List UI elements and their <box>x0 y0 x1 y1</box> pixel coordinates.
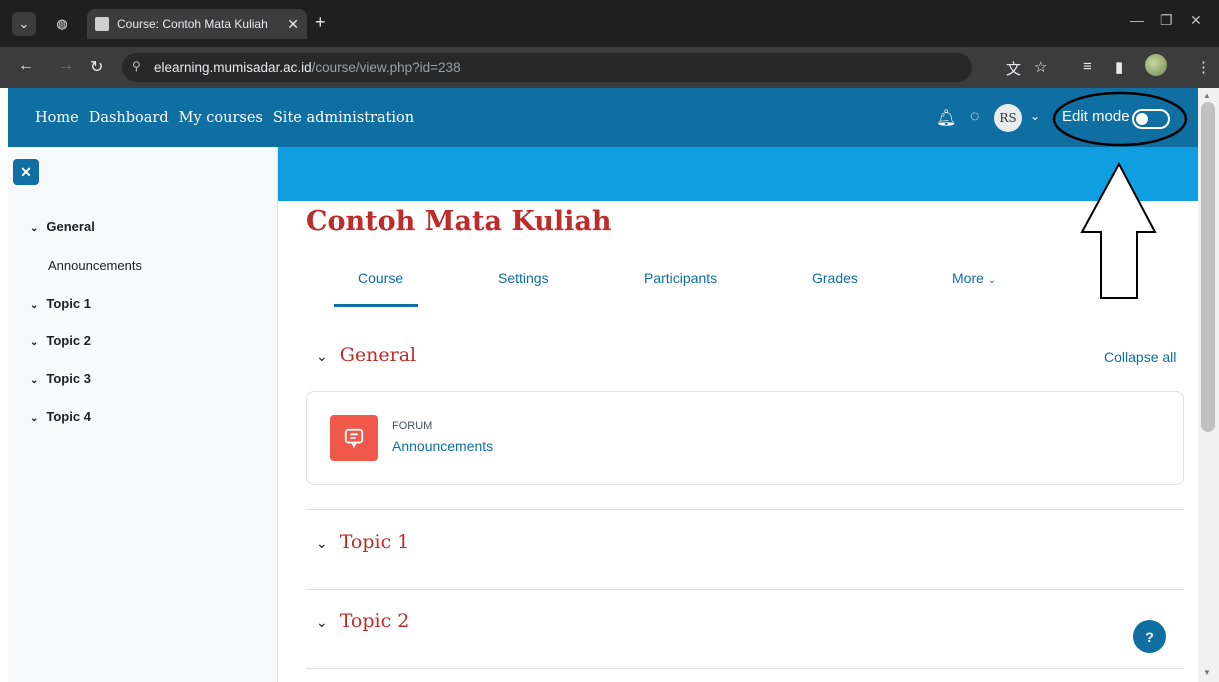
nav-home[interactable]: Home <box>35 110 79 126</box>
chevron-down-icon[interactable]: ⌄ <box>316 536 328 552</box>
notification-bell-icon[interactable]: 🔔︎ <box>936 108 956 128</box>
sidebar-item-topic-1[interactable]: ⌄ Topic 1 <box>30 296 91 311</box>
tab-list-icon[interactable]: ⌄ <box>12 12 36 36</box>
primary-navigation: Home Dashboard My courses Site administr… <box>8 88 1198 147</box>
activity-card: FORUM Announcements <box>306 391 1184 485</box>
nav-site-administration[interactable]: Site administration <box>273 110 414 126</box>
restore-icon[interactable]: ❐ <box>1160 12 1173 29</box>
forward-icon[interactable]: → <box>58 57 74 75</box>
sidebar-item-announcements[interactable]: Announcements <box>48 258 142 273</box>
tab-title: Course: Contoh Mata Kuliah <box>117 17 268 31</box>
activity-link[interactable]: Announcements <box>392 438 493 454</box>
side-panel-icon[interactable]: ▮ <box>1115 58 1123 76</box>
sidebar-item-topic-3[interactable]: ⌄ Topic 3 <box>30 371 91 386</box>
chevron-down-icon: ⌄ <box>987 275 997 286</box>
sidebar-item-topic-2[interactable]: ⌄ Topic 2 <box>30 333 91 348</box>
browser-globe-icon: ◍ <box>56 16 68 31</box>
minimize-icon[interactable]: — <box>1130 12 1144 28</box>
browser-tabbar: ⌄ ◍ Course: Contoh Mata Kuliah ✕ + — ❐ ✕ <box>0 0 1219 47</box>
chevron-down-icon: ⌄ <box>30 223 39 234</box>
scroll-up-icon[interactable]: ▲ <box>1203 91 1211 100</box>
bookmark-star-icon[interactable]: ☆ <box>1034 58 1047 76</box>
new-tab-icon[interactable]: + <box>315 12 326 33</box>
activity-type: FORUM <box>392 420 433 432</box>
sidebar-item-topic-4[interactable]: ⌄ Topic 4 <box>30 409 91 424</box>
user-menu-chevron-icon[interactable]: ⌄ <box>1030 109 1040 123</box>
site-info-icon[interactable]: ⚲ <box>132 59 141 73</box>
messages-icon[interactable]: ◌ <box>970 108 980 126</box>
help-button[interactable]: ? <box>1133 620 1166 653</box>
chevron-down-icon: ⌄ <box>30 300 39 311</box>
tab-more[interactable]: More ⌄ <box>952 270 996 286</box>
collapse-all-link[interactable]: Collapse all <box>1104 349 1176 365</box>
tab-settings[interactable]: Settings <box>498 270 549 286</box>
edit-mode-label: Edit mode <box>1062 108 1130 125</box>
section-topic-2-header[interactable]: ⌄ Topic 2 <box>316 610 409 632</box>
section-general-header[interactable]: ⌄ General <box>316 344 416 366</box>
nav-my-courses[interactable]: My courses <box>179 110 263 126</box>
nav-dashboard[interactable]: Dashboard <box>89 110 169 126</box>
edit-mode-toggle[interactable] <box>1132 109 1170 129</box>
tab-course[interactable]: Course <box>358 270 403 286</box>
close-drawer-button[interactable]: ✕ <box>13 159 39 185</box>
reading-list-icon[interactable]: ≡ <box>1083 58 1092 75</box>
translate-icon[interactable]: 文 <box>1006 58 1021 79</box>
section-divider <box>306 668 1184 669</box>
tab-participants[interactable]: Participants <box>644 270 717 286</box>
url-host: elearning.mumisadar.ac.id <box>154 60 312 75</box>
url-path: /course/view.php?id=238 <box>311 60 461 75</box>
section-divider <box>306 509 1184 510</box>
favicon-icon <box>95 17 109 31</box>
scrollbar-thumb[interactable] <box>1201 102 1215 432</box>
page-scrollbar[interactable]: ▲ ▼ <box>1198 88 1219 682</box>
menu-kebab-icon[interactable]: ⋮ <box>1196 58 1211 76</box>
course-header-banner <box>278 147 1198 201</box>
browser-toolbar: ← → ↻ ⚲ elearning.mumisadar.ac.id/course… <box>0 47 1219 88</box>
chevron-down-icon: ⌄ <box>30 375 39 386</box>
section-divider <box>306 589 1184 590</box>
back-icon[interactable]: ← <box>18 57 34 75</box>
chevron-down-icon: ⌄ <box>30 413 39 424</box>
forum-icon <box>330 415 378 461</box>
reload-icon[interactable]: ↻ <box>90 57 103 77</box>
course-secondary-navigation: Course Settings Participants Grades More… <box>306 264 1186 310</box>
course-index-drawer: ✕ ⌄ General Announcements ⌄ Topic 1 ⌄ Topic… <box>8 147 278 682</box>
tab-close-icon[interactable]: ✕ <box>287 16 299 33</box>
address-bar[interactable]: ⚲ elearning.mumisadar.ac.id/course/view.… <box>122 53 972 82</box>
user-avatar[interactable]: RS <box>994 104 1022 132</box>
sidebar-item-general[interactable]: ⌄ General <box>30 219 95 234</box>
active-tab-indicator <box>334 304 418 307</box>
section-topic-1-header[interactable]: ⌄ Topic 1 <box>316 531 409 553</box>
profile-avatar-icon[interactable] <box>1145 54 1167 76</box>
tab-grades[interactable]: Grades <box>812 270 858 286</box>
chevron-down-icon[interactable]: ⌄ <box>316 615 328 631</box>
browser-tab[interactable]: Course: Contoh Mata Kuliah ✕ <box>87 9 307 39</box>
window-close-icon[interactable]: ✕ <box>1190 12 1202 29</box>
scroll-down-icon[interactable]: ▼ <box>1203 668 1211 677</box>
chevron-down-icon[interactable]: ⌄ <box>316 349 328 365</box>
page-title: Contoh Mata Kuliah <box>306 206 612 237</box>
chevron-down-icon: ⌄ <box>30 337 39 348</box>
